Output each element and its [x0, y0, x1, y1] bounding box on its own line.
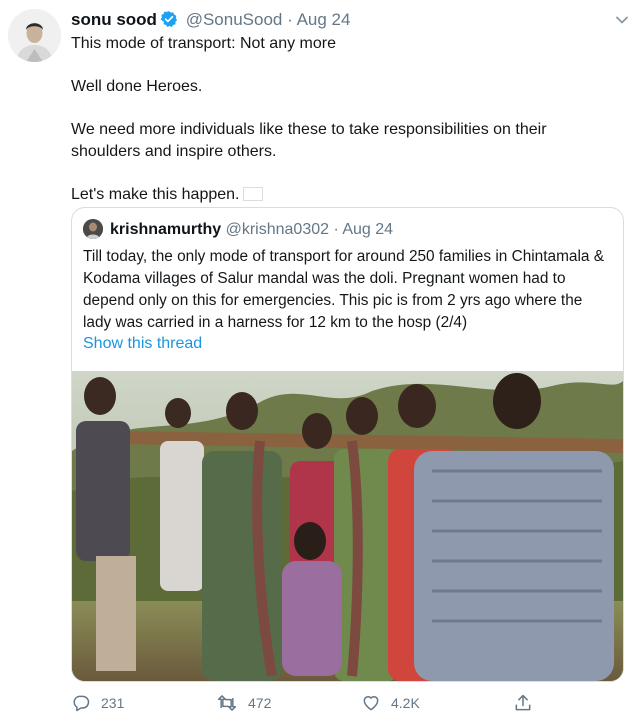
- tweet-date[interactable]: Aug 24: [297, 10, 351, 29]
- tweet-text: This mode of transport: Not any more Wel…: [71, 33, 611, 206]
- tweet: sonu sood @SonuSood · Aug 24 This mode o…: [0, 0, 640, 725]
- like-button[interactable]: 4.2K: [361, 691, 420, 715]
- quoted-photo[interactable]: [72, 371, 623, 681]
- tweet-line-last: Let's make this happen.: [71, 184, 611, 206]
- tweet-actions: 231 472 4.2K: [71, 691, 611, 715]
- separator-dot: ·: [333, 221, 339, 238]
- retweet-icon: [216, 693, 238, 713]
- like-count: 4.2K: [391, 695, 420, 711]
- author-name[interactable]: sonu sood: [71, 10, 157, 29]
- share-button[interactable]: [513, 691, 533, 715]
- retweet-count: 472: [248, 695, 272, 711]
- india-flag-icon: [242, 187, 263, 201]
- quoted-author-handle[interactable]: @krishna0302: [226, 221, 329, 238]
- chevron-down-icon[interactable]: [612, 10, 632, 30]
- author-handle[interactable]: @SonuSood: [186, 10, 283, 29]
- heart-icon: [361, 693, 381, 713]
- share-icon: [513, 693, 533, 713]
- quoted-tweet[interactable]: krishnamurthy @krishna0302 · Aug 24 Till…: [71, 207, 624, 682]
- quoted-author-avatar[interactable]: [83, 219, 103, 239]
- quoted-date[interactable]: Aug 24: [342, 221, 393, 238]
- quoted-author-name[interactable]: krishnamurthy: [110, 221, 221, 238]
- separator-dot: ·: [287, 10, 293, 29]
- quoted-body: Till today, the only mode of transport f…: [83, 248, 604, 331]
- retweet-button[interactable]: 472: [216, 691, 271, 715]
- tweet-line: This mode of transport: Not any more: [71, 35, 336, 52]
- author-avatar[interactable]: [8, 9, 61, 62]
- tweet-line: We need more individuals like these to t…: [71, 121, 547, 160]
- verified-badge-icon: [160, 10, 178, 33]
- tweet-header: sonu sood @SonuSood · Aug 24: [71, 10, 350, 33]
- show-thread-link[interactable]: Show this thread: [83, 334, 202, 354]
- quoted-header: krishnamurthy @krishna0302 · Aug 24: [110, 220, 393, 240]
- tweet-line: Let's make this happen.: [71, 186, 240, 203]
- tweet-line: Well done Heroes.: [71, 78, 203, 95]
- quoted-text: Till today, the only mode of transport f…: [83, 246, 613, 334]
- reply-icon: [71, 693, 91, 713]
- reply-button[interactable]: 231: [71, 691, 124, 715]
- reply-count: 231: [101, 695, 125, 711]
